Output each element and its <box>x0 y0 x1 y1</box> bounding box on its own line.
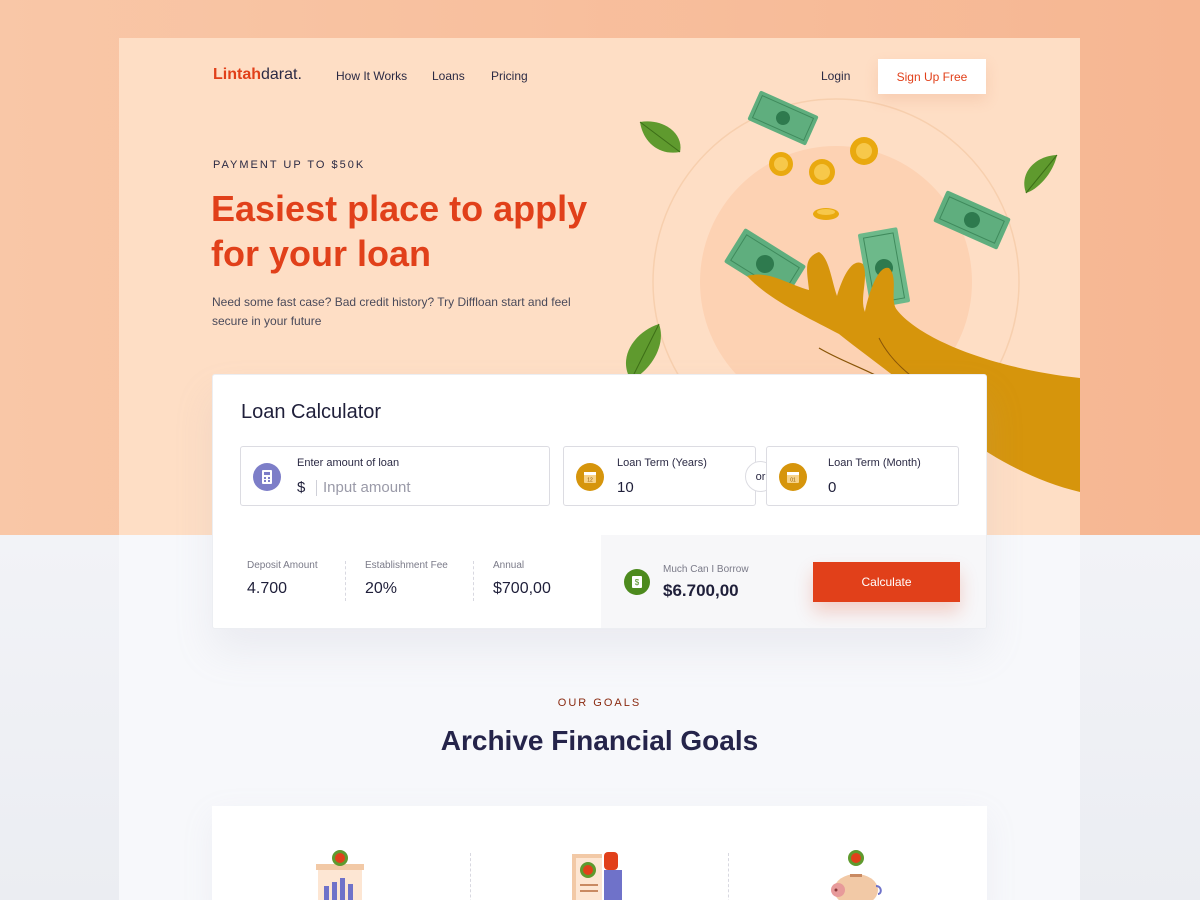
calendar-icon-text: 12 <box>587 478 593 484</box>
currency-symbol: $ <box>297 479 306 496</box>
stat-divider <box>473 561 474 601</box>
brand-rest: darat. <box>261 66 302 83</box>
calendar-icon: 01 <box>779 463 807 491</box>
borrow-label: Much Can I Borrow <box>663 564 749 575</box>
loan-term-years-field[interactable]: 12 Loan Term (Years) 10 <box>563 446 756 506</box>
calculate-button[interactable]: Calculate <box>813 562 960 602</box>
hero-headline-line2: for your loan <box>211 233 432 274</box>
bank-chart-icon <box>316 850 364 900</box>
borrow-result-panel: $ Much Can I Borrow $6.700,00 Calculate <box>601 535 986 628</box>
stat-divider <box>345 561 346 601</box>
calculator-title: Loan Calculator <box>241 401 382 423</box>
stat-establishment-fee: Establishment Fee 20% <box>365 560 448 598</box>
nav-link-pricing[interactable]: Pricing <box>491 69 528 83</box>
landing-page: Lintahdarat. How It Works Loans Pricing … <box>119 38 1080 900</box>
goals-title: Archive Financial Goals <box>440 725 759 756</box>
document-coin-icon <box>572 852 622 900</box>
stat-value: 20% <box>365 580 398 597</box>
hero-eyebrow: PAYMENT UP TO $50K <box>213 159 366 171</box>
loan-term-month-label: Loan Term (Month) <box>828 457 921 469</box>
loan-amount-input[interactable] <box>323 475 523 499</box>
borrow-value: $6.700,00 <box>663 581 739 600</box>
login-link[interactable]: Login <box>821 69 850 83</box>
loan-amount-label: Enter amount of loan <box>297 457 400 469</box>
stat-label: Deposit Amount <box>247 560 318 571</box>
stat-value: 4.700 <box>247 580 288 597</box>
loan-stats: Deposit Amount 4.700 Establishment Fee 2… <box>213 535 601 628</box>
hero-subtitle: Need some fast case? Bad credit history?… <box>212 295 571 328</box>
loan-term-month-field[interactable]: 01 Loan Term (Month) 0 <box>766 446 959 506</box>
loan-term-month-value: 0 <box>828 479 837 496</box>
stat-label: Annual <box>493 560 525 571</box>
loan-term-years-label: Loan Term (Years) <box>617 457 707 469</box>
stat-deposit-amount: Deposit Amount 4.700 <box>247 560 318 598</box>
stat-label: Establishment Fee <box>365 560 448 571</box>
stat-value: $700,00 <box>493 580 551 597</box>
money-icon-symbol: $ <box>635 578 640 587</box>
stat-annual: Annual $700,00 <box>493 560 551 598</box>
goals-eyebrow: OUR GOALS <box>557 697 642 709</box>
input-divider <box>316 480 317 496</box>
brand-logo[interactable]: Lintahdarat. <box>213 66 302 84</box>
calendar-icon-text: 01 <box>790 478 796 484</box>
nav-link-loans[interactable]: Loans <box>432 69 465 83</box>
calendar-icon: 12 <box>576 463 604 491</box>
goals-card <box>212 806 987 900</box>
goal-divider <box>470 853 471 900</box>
calculator-icon <box>253 463 281 491</box>
hero-headline-line1: Easiest place to apply <box>211 188 588 229</box>
sign-up-button[interactable]: Sign Up Free <box>878 59 986 94</box>
loan-amount-field[interactable]: Enter amount of loan $ <box>240 446 550 506</box>
brand-first: Lintah <box>213 66 261 83</box>
nav-link-how-it-works[interactable]: How It Works <box>336 69 407 83</box>
piggy-bank-icon <box>831 850 882 900</box>
money-icon: $ <box>624 569 650 595</box>
loan-term-years-value: 10 <box>617 479 634 496</box>
loan-calculator-card: Loan Calculator Enter amount of loan $ I… <box>212 374 987 629</box>
hero-headline: Easiest place to apply for your loan <box>211 186 631 276</box>
goal-divider <box>728 853 729 900</box>
